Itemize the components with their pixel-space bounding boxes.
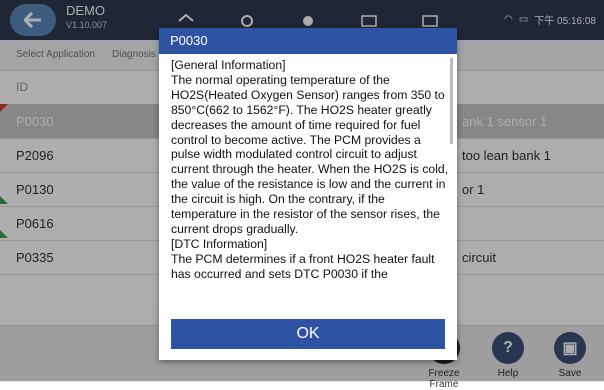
- ok-button[interactable]: OK: [171, 319, 445, 349]
- dialog-body[interactable]: [General Information] The normal operati…: [171, 58, 449, 312]
- dtc-info-dialog: P0030 [General Information] The normal o…: [159, 28, 457, 360]
- dialog-title: P0030: [159, 28, 457, 54]
- dialog-scrollbar[interactable]: [450, 58, 453, 144]
